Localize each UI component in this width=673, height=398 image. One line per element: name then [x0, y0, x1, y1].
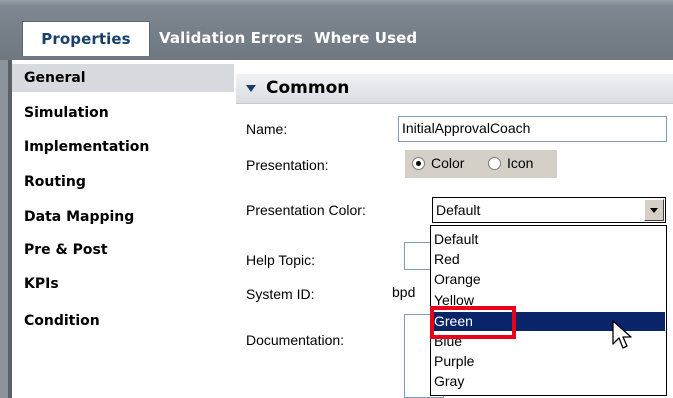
- annotation-highlight-box: [430, 306, 516, 339]
- mouse-pointer-icon: [612, 320, 632, 349]
- presentation-radio-group: [405, 150, 557, 178]
- tab-where-used[interactable]: Where Used: [314, 21, 417, 56]
- nav-item-data-mapping[interactable]: Data Mapping: [12, 203, 234, 231]
- presentation-color-label: Color: [431, 155, 465, 171]
- name-label: Name:: [246, 121, 288, 137]
- section-header-common[interactable]: Common: [236, 74, 673, 104]
- documentation-label: Documentation:: [246, 332, 345, 348]
- option-orange[interactable]: Orange: [432, 270, 665, 289]
- option-gray[interactable]: Gray: [432, 372, 665, 391]
- tab-validation-errors[interactable]: Validation Errors: [159, 21, 303, 56]
- presentation-label: Presentation:: [246, 157, 329, 173]
- side-nav: General Simulation Implementation Routin…: [12, 64, 234, 398]
- nav-item-general[interactable]: General: [12, 64, 234, 92]
- properties-window: Properties Validation Errors Where Used …: [0, 0, 673, 398]
- tab-properties[interactable]: Properties: [22, 21, 150, 56]
- system-id-label: System ID:: [246, 286, 315, 302]
- option-yellow[interactable]: Yellow: [432, 290, 665, 306]
- nav-item-pre-post[interactable]: Pre & Post: [12, 236, 234, 264]
- name-field[interactable]: InitialApprovalCoach: [398, 116, 667, 142]
- system-id-value: bpd: [392, 284, 416, 300]
- nav-item-implementation[interactable]: Implementation: [12, 133, 234, 161]
- presentation-icon-label: Icon: [507, 155, 534, 171]
- presentation-color-select[interactable]: Default: [432, 197, 666, 223]
- chevron-down-icon[interactable]: [644, 199, 664, 221]
- option-default[interactable]: Default: [432, 230, 665, 249]
- option-red[interactable]: Red: [432, 250, 665, 269]
- section-title: Common: [266, 78, 350, 98]
- nav-item-condition[interactable]: Condition: [12, 307, 234, 335]
- presentation-icon-radio[interactable]: [488, 157, 501, 170]
- help-topic-label: Help Topic:: [246, 252, 316, 268]
- presentation-color-value: Default: [436, 202, 481, 218]
- option-purple[interactable]: Purple: [432, 352, 665, 371]
- nav-item-kpis[interactable]: KPIs: [12, 270, 234, 298]
- triangle-down-icon: [246, 85, 256, 92]
- nav-item-routing[interactable]: Routing: [12, 168, 234, 196]
- nav-item-simulation[interactable]: Simulation: [12, 99, 234, 127]
- presentation-color-field-label: Presentation Color:: [246, 202, 366, 218]
- presentation-color-radio[interactable]: [412, 157, 425, 170]
